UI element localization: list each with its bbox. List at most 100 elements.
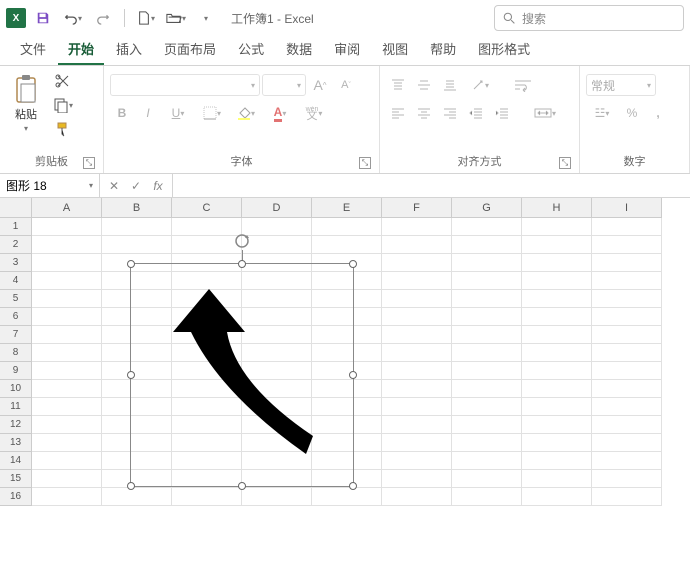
font-launcher[interactable]: ⤡ — [359, 157, 371, 169]
worksheet-grid[interactable]: ABCDEFGHI 12345678910111213141516 — [0, 198, 690, 583]
enter-formula-button[interactable]: ✓ — [126, 176, 146, 196]
row-header[interactable]: 9 — [0, 362, 32, 380]
cell[interactable] — [522, 452, 592, 470]
tab-home[interactable]: 开始 — [58, 33, 104, 65]
column-header[interactable]: E — [312, 198, 382, 218]
cell[interactable] — [172, 236, 242, 254]
undo-button[interactable]: ▾ — [60, 5, 86, 31]
column-header[interactable]: C — [172, 198, 242, 218]
cell[interactable] — [102, 218, 172, 236]
cell[interactable] — [452, 452, 522, 470]
cell[interactable] — [172, 488, 242, 506]
row-header[interactable]: 15 — [0, 470, 32, 488]
cell[interactable] — [32, 488, 102, 506]
cell[interactable] — [382, 434, 452, 452]
column-header[interactable]: D — [242, 198, 312, 218]
cell[interactable] — [452, 488, 522, 506]
tab-view[interactable]: 视图 — [372, 33, 418, 65]
align-bottom-button[interactable] — [438, 74, 462, 96]
shrink-font-button[interactable]: Aˇ — [334, 74, 358, 96]
open-file-button[interactable]: ▾ — [163, 5, 189, 31]
fill-color-button[interactable]: ▾ — [230, 102, 262, 124]
cell[interactable] — [522, 416, 592, 434]
cell[interactable] — [32, 290, 102, 308]
cell[interactable] — [242, 218, 312, 236]
cell[interactable] — [592, 254, 662, 272]
cell[interactable] — [452, 398, 522, 416]
bold-button[interactable]: B — [110, 102, 134, 124]
wrap-text-button[interactable] — [508, 74, 538, 96]
cell[interactable] — [312, 236, 382, 254]
tab-file[interactable]: 文件 — [10, 33, 56, 65]
row-header[interactable]: 13 — [0, 434, 32, 452]
cell[interactable] — [522, 398, 592, 416]
tab-page-layout[interactable]: 页面布局 — [154, 33, 226, 65]
cell[interactable] — [592, 236, 662, 254]
row-header[interactable]: 4 — [0, 272, 32, 290]
number-format-combo[interactable]: 常规▾ — [586, 74, 656, 96]
cell[interactable] — [382, 344, 452, 362]
cell[interactable] — [32, 416, 102, 434]
cell[interactable] — [522, 488, 592, 506]
cell[interactable] — [592, 470, 662, 488]
percent-button[interactable]: % — [620, 102, 644, 124]
grow-font-button[interactable]: A^ — [308, 74, 332, 96]
format-painter-button[interactable] — [50, 118, 76, 140]
cut-button[interactable] — [50, 70, 76, 92]
cell[interactable] — [382, 254, 452, 272]
clipboard-launcher[interactable]: ⤡ — [83, 157, 95, 169]
cell[interactable] — [382, 308, 452, 326]
row-header[interactable]: 14 — [0, 452, 32, 470]
align-center-button[interactable] — [412, 102, 436, 124]
font-size-combo[interactable]: ▾ — [262, 74, 306, 96]
cell[interactable] — [452, 272, 522, 290]
qat-customize-button[interactable]: ▾ — [193, 5, 219, 31]
cell[interactable] — [522, 326, 592, 344]
underline-button[interactable]: U▾ — [162, 102, 194, 124]
cell[interactable] — [592, 344, 662, 362]
column-header[interactable]: H — [522, 198, 592, 218]
row-header[interactable]: 12 — [0, 416, 32, 434]
cell[interactable] — [382, 290, 452, 308]
name-box-input[interactable] — [6, 179, 66, 193]
alignment-launcher[interactable]: ⤡ — [559, 157, 571, 169]
row-header[interactable]: 3 — [0, 254, 32, 272]
cell[interactable] — [452, 308, 522, 326]
formula-bar-input[interactable] — [173, 174, 690, 197]
cell[interactable] — [452, 434, 522, 452]
cell[interactable] — [382, 326, 452, 344]
tab-data[interactable]: 数据 — [276, 33, 322, 65]
tab-shape-format[interactable]: 图形格式 — [468, 33, 540, 65]
paste-button[interactable]: 粘贴 ▾ — [6, 70, 46, 140]
row-header[interactable]: 1 — [0, 218, 32, 236]
cell[interactable] — [522, 470, 592, 488]
insert-function-button[interactable]: fx — [148, 176, 168, 196]
cell[interactable] — [452, 470, 522, 488]
cell[interactable] — [592, 434, 662, 452]
new-file-button[interactable]: ▾ — [133, 5, 159, 31]
cell[interactable] — [32, 308, 102, 326]
cell[interactable] — [32, 326, 102, 344]
comma-button[interactable]: , — [646, 102, 670, 124]
cell[interactable] — [242, 236, 312, 254]
select-all-corner[interactable] — [0, 198, 32, 218]
font-name-combo[interactable]: ▾ — [110, 74, 260, 96]
row-header[interactable]: 8 — [0, 344, 32, 362]
cell[interactable] — [522, 236, 592, 254]
merge-button[interactable]: ▾ — [526, 102, 564, 124]
border-button[interactable]: ▾ — [196, 102, 228, 124]
accounting-format-button[interactable]: ☳▾ — [586, 102, 618, 124]
cell[interactable] — [32, 380, 102, 398]
redo-button[interactable] — [90, 5, 116, 31]
cell[interactable] — [382, 236, 452, 254]
cell[interactable] — [592, 290, 662, 308]
cell[interactable] — [32, 254, 102, 272]
cell[interactable] — [452, 254, 522, 272]
rotation-handle[interactable] — [233, 232, 251, 250]
cell[interactable] — [242, 488, 312, 506]
cell[interactable] — [32, 470, 102, 488]
cell[interactable] — [522, 362, 592, 380]
cell[interactable] — [452, 326, 522, 344]
copy-button[interactable]: ▾ — [50, 94, 76, 116]
cell[interactable] — [522, 272, 592, 290]
